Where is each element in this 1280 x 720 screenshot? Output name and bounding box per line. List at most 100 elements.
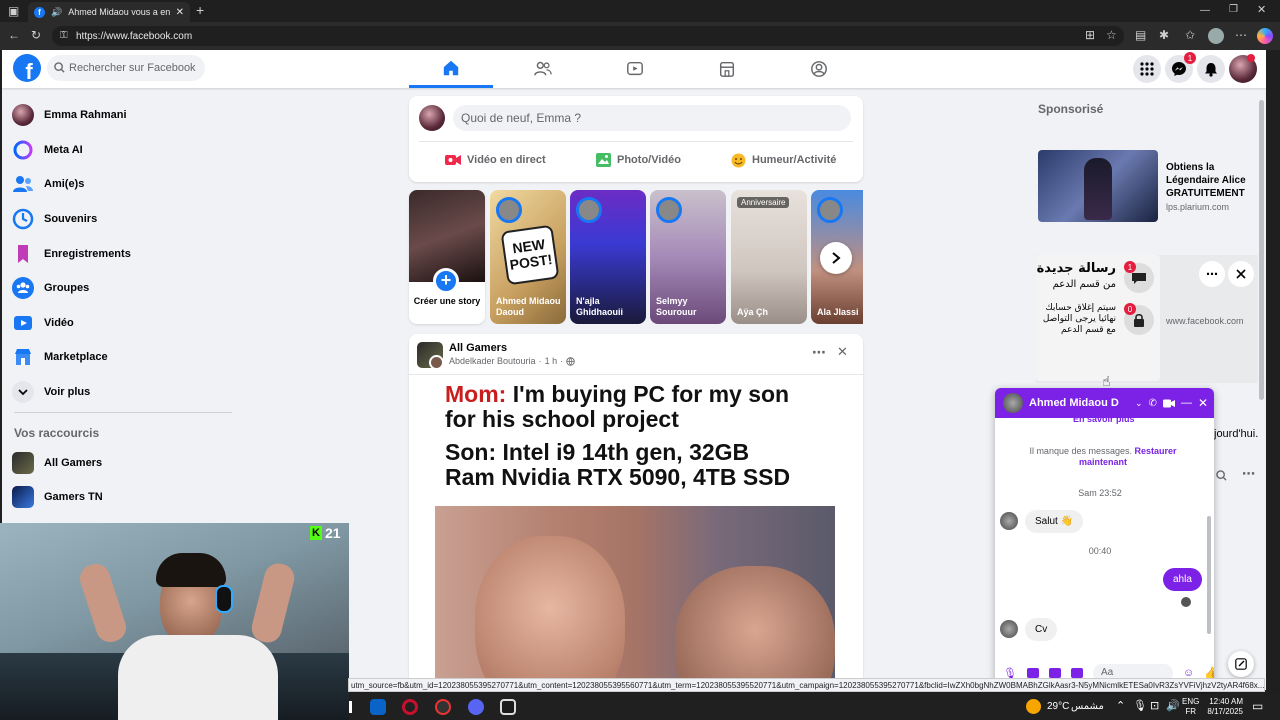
microphone-tray-icon[interactable]: 🎙	[1133, 699, 1147, 712]
minimize-chat-icon[interactable]: —	[1181, 397, 1192, 409]
nav-marketplace-tab[interactable]	[685, 50, 769, 88]
contacts-more-icon[interactable]: ⋯	[1242, 466, 1255, 482]
sidebar-item-memories[interactable]: Souvenirs	[12, 204, 232, 234]
create-story-card[interactable]: + Créer une story	[409, 190, 485, 324]
image-icon[interactable]	[1026, 668, 1039, 678]
outlook-icon[interactable]	[370, 699, 386, 715]
story-card[interactable]: NEW POST! Ahmed Midaou Daoud	[490, 190, 566, 324]
sidebar-item-friends[interactable]: Ami(e)s	[12, 169, 232, 199]
outgoing-message[interactable]: ahla	[1163, 568, 1202, 591]
post-more-icon[interactable]: ⋯	[812, 344, 826, 361]
chat-scrollbar[interactable]	[1207, 516, 1211, 634]
ad-options-button[interactable]: ⋯	[1199, 261, 1225, 287]
sidebar-item-video[interactable]: Vidéo	[12, 308, 232, 338]
post-close-icon[interactable]: ✕	[837, 344, 848, 360]
obs-icon[interactable]	[500, 699, 516, 715]
minimize-window-icon[interactable]: —	[1200, 5, 1210, 17]
ad-title[interactable]: Obtiens la Légendaire Alice GRATUITEMENT	[1166, 161, 1262, 200]
chat-timestamp: Sam 23:52	[1078, 488, 1122, 498]
browser-tab[interactable]: f 🔊 Ahmed Midaou vous a envo ✕	[28, 2, 190, 22]
new-tab-icon[interactable]: +	[196, 3, 204, 17]
nav-gaming-tab[interactable]	[777, 50, 861, 88]
learn-more-link[interactable]: En savoir plus	[1073, 414, 1135, 424]
sidebar-item-profile[interactable]: Emma Rahmani	[12, 100, 232, 130]
copilot-icon[interactable]	[1257, 28, 1273, 44]
site-info-icon[interactable]: ⚿	[60, 30, 68, 42]
add-story-plus-icon[interactable]: +	[433, 268, 459, 294]
weather-sun-icon[interactable]	[1026, 699, 1041, 714]
photo-video-button[interactable]: Photo/Vidéo	[596, 148, 681, 172]
network-icon[interactable]: ⊡	[1150, 699, 1159, 712]
sidebar-item-groups[interactable]: Groupes	[12, 273, 232, 303]
back-icon[interactable]: ←	[8, 29, 20, 41]
volume-icon[interactable]: 🔊	[1166, 699, 1180, 712]
hovered-ad-card[interactable]: رسالة جديدة من قسم الدعم سيتم إغلاق حساب…	[1036, 255, 1266, 383]
page-scrollbar[interactable]	[1258, 90, 1266, 690]
language-indicator[interactable]: ENG FR	[1182, 697, 1199, 717]
video-call-icon[interactable]	[1162, 399, 1175, 408]
shortcut-gamers-tn[interactable]: Gamers TN	[12, 482, 232, 512]
phone-icon[interactable]: ✆	[1149, 398, 1157, 409]
refresh-icon[interactable]: ↻	[31, 29, 41, 41]
sidebar-item-meta-ai[interactable]: Meta AI	[12, 135, 232, 165]
speaker-icon[interactable]: 🔊	[51, 6, 62, 18]
stories-next-button[interactable]	[820, 242, 852, 274]
post-meme-image[interactable]: Mom: I'm buying PC for my son for his sc…	[435, 376, 835, 690]
app-available-icon[interactable]: ⊞	[1085, 29, 1095, 41]
incoming-message[interactable]: Cv	[1025, 618, 1058, 641]
new-message-button[interactable]	[1228, 651, 1254, 677]
nav-home-tab[interactable]	[409, 50, 493, 88]
tray-expand-icon[interactable]: ⌃	[1116, 699, 1125, 712]
story-card[interactable]: N'ajla Ghidhaouii	[570, 190, 646, 324]
extension-icon[interactable]: ▤	[1135, 29, 1146, 41]
gif-icon[interactable]	[1070, 668, 1083, 678]
sticker-icon[interactable]	[1048, 668, 1061, 678]
extensions-puzzle-icon[interactable]: ✱	[1159, 29, 1169, 41]
ad-close-button[interactable]	[1228, 261, 1254, 287]
close-tab-icon[interactable]: ✕	[176, 7, 184, 18]
facebook-logo-icon[interactable]: f	[13, 54, 41, 82]
favorite-star-icon[interactable]: ☆	[1106, 29, 1117, 41]
scrollbar-thumb[interactable]	[1259, 100, 1264, 400]
menu-button[interactable]	[1133, 55, 1161, 83]
close-chat-icon[interactable]: ✕	[1198, 396, 1208, 410]
discord-icon[interactable]	[468, 699, 484, 715]
chat-contact-name[interactable]: Ahmed Midaou D	[1029, 397, 1129, 409]
sidebar-item-marketplace[interactable]: Marketplace	[12, 342, 232, 372]
chat-avatar[interactable]	[1003, 393, 1023, 413]
feeling-activity-button[interactable]: Humeur/Activité	[731, 148, 836, 172]
scam-ad-image[interactable]: رسالة جديدة من قسم الدعم سيتم إغلاق حساب…	[1036, 255, 1160, 381]
contacts-search-icon[interactable]	[1216, 470, 1227, 481]
author-avatar[interactable]	[429, 355, 444, 370]
close-window-icon[interactable]: ✕	[1257, 4, 1266, 16]
url-input[interactable]: ⚿ https://www.facebook.com	[52, 26, 1124, 46]
post-group-name[interactable]: All Gamers	[449, 342, 507, 354]
chevron-down-icon[interactable]: ⌄	[1135, 398, 1143, 409]
favorites-icon[interactable]: ✩	[1185, 29, 1195, 41]
sidebar-item-see-more[interactable]: Voir plus	[12, 377, 232, 407]
browser-profile-avatar[interactable]	[1208, 28, 1224, 44]
shortcut-all-gamers[interactable]: All Gamers	[12, 448, 232, 478]
clock[interactable]: 12:40 AM 8/17/2025	[1205, 697, 1243, 717]
notifications-button[interactable]	[1197, 55, 1225, 83]
nav-friends-tab[interactable]	[501, 50, 585, 88]
opera-icon[interactable]	[402, 699, 418, 715]
nav-video-tab[interactable]	[593, 50, 677, 88]
post-subline[interactable]: Abdelkader Boutouria	[449, 356, 536, 366]
notification-center-icon[interactable]: ▭	[1252, 699, 1263, 713]
post-time[interactable]: 1 h	[545, 356, 558, 366]
live-video-button[interactable]: Vidéo en direct	[445, 148, 546, 172]
incoming-message[interactable]: Salut 👋	[1025, 510, 1084, 533]
search-input[interactable]: Rechercher sur Facebook	[47, 55, 205, 81]
browser-menu-icon[interactable]: ⋯	[1235, 29, 1247, 41]
story-card[interactable]: Anniversaire Aÿa Çh	[731, 190, 807, 324]
weather-condition[interactable]: مشمس	[1071, 701, 1104, 712]
composer-input[interactable]: Quoi de neuf, Emma ?	[453, 105, 851, 131]
maximize-window-icon[interactable]: ❐	[1229, 4, 1238, 16]
ad-image[interactable]	[1038, 150, 1158, 222]
app-icon[interactable]	[435, 699, 451, 715]
tab-actions-icon[interactable]: ▣	[8, 5, 19, 17]
weather-temp[interactable]: 29°C	[1047, 701, 1069, 712]
story-card[interactable]: Selmyy Sourouur	[650, 190, 726, 324]
sidebar-item-saved[interactable]: Enregistrements	[12, 239, 232, 269]
